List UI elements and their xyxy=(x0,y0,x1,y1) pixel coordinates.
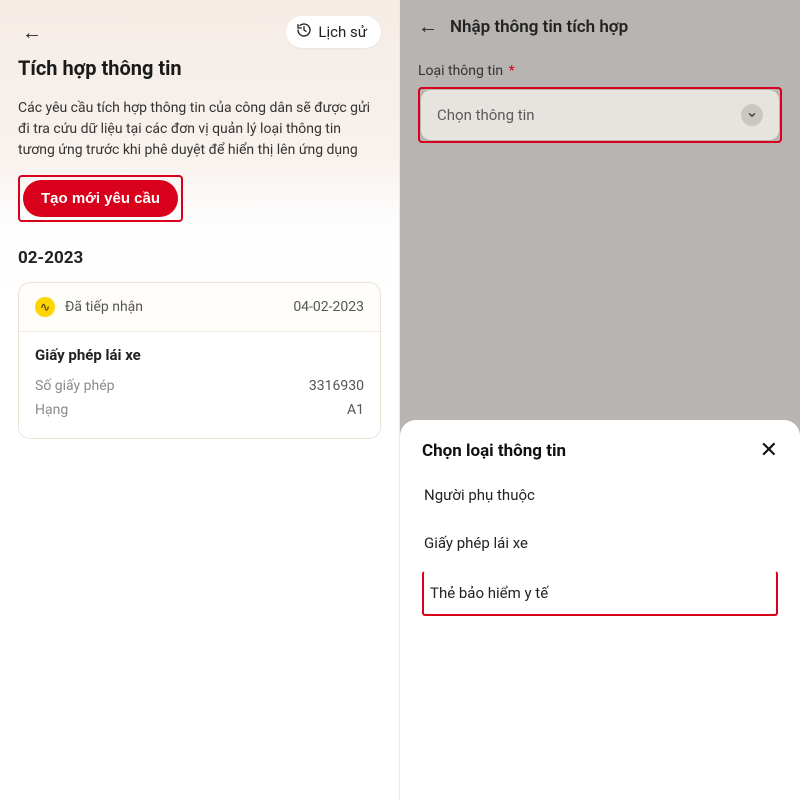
sheet-option-highlighted[interactable]: Thẻ bảo hiểm y tế xyxy=(422,571,778,616)
back-arrow-icon[interactable]: ← xyxy=(418,14,438,39)
required-mark: * xyxy=(509,63,515,79)
status-icon: ∿ xyxy=(35,297,55,317)
right-top: ← Nhập thông tin tích hợp Loại thông tin… xyxy=(400,0,800,143)
chevron-down-icon xyxy=(741,104,763,126)
close-icon[interactable]: ✕ xyxy=(760,440,778,462)
field-label-text: Loại thông tin xyxy=(418,63,503,79)
bottom-sheet: Chọn loại thông tin ✕ Người phụ thuộc Gi… xyxy=(400,420,800,800)
right-pane: ← Nhập thông tin tích hợp Loại thông tin… xyxy=(400,0,800,800)
history-button[interactable]: Lịch sử xyxy=(286,16,381,48)
field-block: Loại thông tin * Chọn thông tin xyxy=(418,63,782,143)
sheet-header: Chọn loại thông tin ✕ xyxy=(422,440,778,462)
card-body: Giấy phép lái xe Số giấy phép 3316930 Hạ… xyxy=(19,331,380,438)
sheet-option[interactable]: Giấy phép lái xe xyxy=(422,519,778,567)
sheet-title: Chọn loại thông tin xyxy=(422,441,566,461)
page-description: Các yêu cầu tích hợp thông tin của công … xyxy=(18,98,381,161)
right-title: Nhập thông tin tích hợp xyxy=(450,17,628,37)
back-arrow-icon[interactable]: ← xyxy=(18,20,46,44)
row-value: 3316930 xyxy=(309,378,364,394)
document-title: Giấy phép lái xe xyxy=(35,346,364,364)
card-status-row: ∿ Đã tiếp nhận 04-02-2023 xyxy=(19,283,380,331)
create-request-button[interactable]: Tạo mới yêu cầu xyxy=(23,180,178,217)
month-heading: 02-2023 xyxy=(18,248,381,268)
sheet-option[interactable]: Người phụ thuộc xyxy=(422,472,778,519)
left-top-bar: ← Lịch sử xyxy=(18,16,381,48)
select-placeholder: Chọn thông tin xyxy=(437,106,535,124)
page-title: Tích hợp thông tin xyxy=(18,56,381,80)
status-date: 04-02-2023 xyxy=(293,299,364,315)
row-label: Số giấy phép xyxy=(35,378,115,394)
info-type-select[interactable]: Chọn thông tin xyxy=(421,90,779,140)
right-header: ← Nhập thông tin tích hợp xyxy=(418,14,782,39)
left-pane: ← Lịch sử Tích hợp thông tin Các yêu cầu… xyxy=(0,0,400,800)
select-highlight: Chọn thông tin xyxy=(418,87,782,143)
history-label: Lịch sử xyxy=(318,23,367,41)
row-label: Hạng xyxy=(35,402,68,418)
status-text: Đã tiếp nhận xyxy=(65,299,143,315)
request-card[interactable]: ∿ Đã tiếp nhận 04-02-2023 Giấy phép lái … xyxy=(18,282,381,439)
field-label: Loại thông tin * xyxy=(418,63,782,79)
history-icon xyxy=(296,22,312,42)
row-value: A1 xyxy=(347,402,364,418)
cta-highlight: Tạo mới yêu cầu xyxy=(18,175,183,222)
table-row: Số giấy phép 3316930 xyxy=(35,374,364,398)
table-row: Hạng A1 xyxy=(35,398,364,422)
